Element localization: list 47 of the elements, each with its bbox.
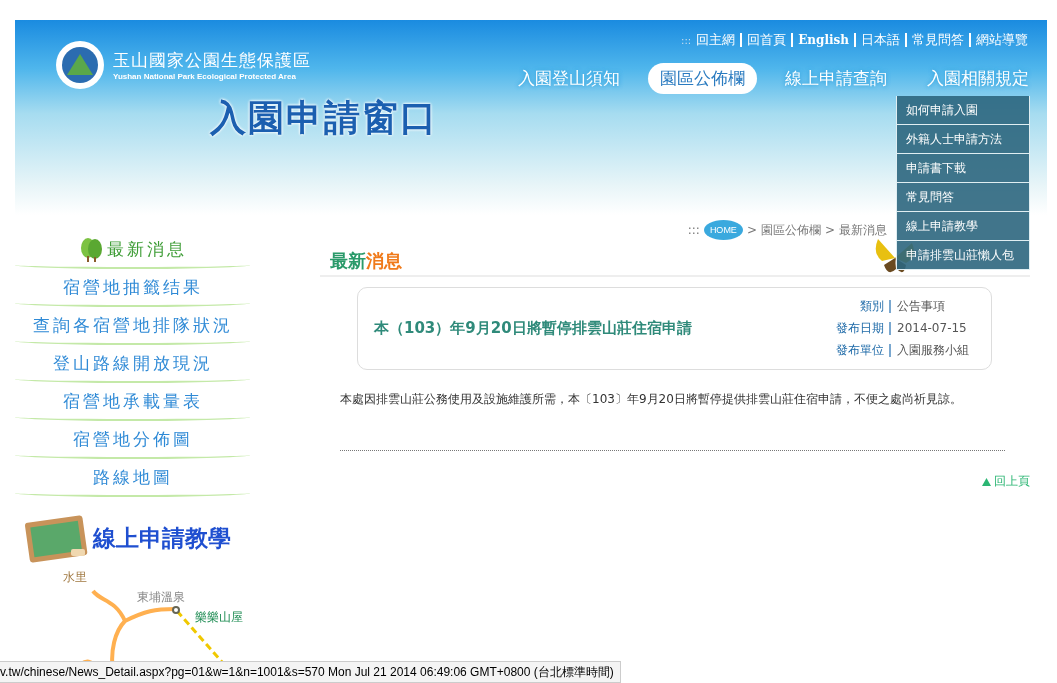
menu-item[interactable]: 線上申請教學 (896, 212, 1030, 241)
meta-label: 類別 (836, 300, 891, 313)
up-triangle-icon (982, 477, 991, 486)
meta-value: 入園服務小組 (896, 344, 969, 357)
sidebar-item[interactable]: 宿營地分佈圖 (15, 421, 250, 459)
sidebar-item[interactable]: 查詢各宿營地排隊狀況 (15, 307, 250, 345)
nav-tab[interactable]: 入園登山須知 (506, 63, 632, 94)
top-link[interactable]: 網站導覽 (969, 33, 1033, 47)
banner-title: 入園申請窗口 (210, 95, 438, 140)
top-link[interactable]: English (791, 33, 854, 47)
breadcrumb-separator: > (824, 223, 835, 237)
link-prefix: ::: (681, 34, 692, 46)
sidebar-item[interactable]: 宿營地抽籤结果 (15, 269, 250, 307)
park-emblem-icon (55, 40, 105, 90)
menu-item[interactable]: 常見問答 (896, 183, 1030, 212)
sidebar-item[interactable]: 登山路線開放現況 (15, 345, 250, 383)
tutorial-banner-link[interactable]: 線上申請教學 (23, 511, 250, 565)
menu-item[interactable]: 外籍人士申請方法 (896, 125, 1030, 154)
meta-label: 發布單位 (836, 344, 891, 357)
sidebar-item[interactable]: 路線地圖 (15, 459, 250, 497)
breadcrumb-separator: > (746, 223, 757, 237)
top-link[interactable]: 回首頁 (740, 33, 792, 47)
article-title: 本（103）年9月20日將暫停排雲山莊住宿申請 (374, 319, 692, 338)
section-title: 最新消息 (330, 249, 402, 273)
breadcrumb-link[interactable]: 園區公佈欄 (760, 221, 821, 239)
meta-value: 2014-07-15 (896, 322, 968, 335)
top-link[interactable]: 回主網 (691, 33, 741, 47)
top-link[interactable]: 常見問答 (905, 33, 969, 47)
home-link[interactable]: HOME (703, 220, 743, 240)
sidebar-item[interactable]: 宿營地承載量表 (15, 383, 250, 421)
park-name-english: Yushan National Park Ecological Protected Area (113, 72, 297, 81)
meta-label: 發布日期 (836, 322, 891, 335)
menu-item[interactable]: 如何申請入園 (896, 96, 1030, 125)
top-link[interactable]: 日本語 (854, 33, 905, 47)
menu-item[interactable]: 申請書下載 (896, 154, 1030, 183)
meta-value: 公告事項 (896, 300, 946, 313)
back-link[interactable]: 回上頁 (982, 473, 1030, 490)
nav-tab[interactable]: 園區公佈欄 (648, 63, 757, 94)
article-body: 本處因排雲山莊公務使用及設施維護所需，本〔103〕年9月20日將暫停提供排雲山莊住宿申請，不便之處尚祈見諒。 (340, 391, 963, 408)
nav-tab[interactable]: 線上申請查詢 (773, 63, 899, 94)
breadcrumb-prefix: ::: (687, 223, 700, 237)
park-name: 玉山國家公園生態保護區 (113, 49, 311, 72)
tree-icon (78, 236, 103, 262)
nav-tab[interactable]: 入園相關規定 (915, 63, 1041, 94)
sidebar-item[interactable]: 最新消息 (15, 231, 250, 269)
breadcrumb-link[interactable]: 最新消息 (839, 221, 887, 239)
menu-item[interactable]: 申請排雲山莊懶人包 (896, 241, 1030, 270)
